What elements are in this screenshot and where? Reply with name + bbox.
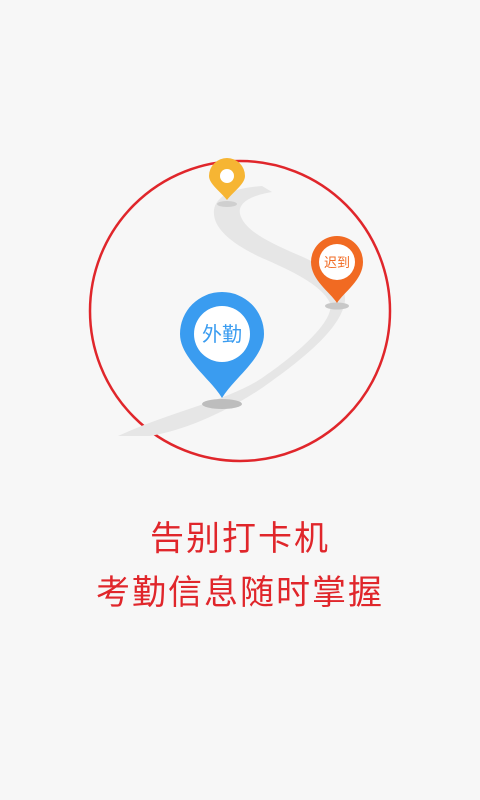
late-pin-label: 迟到 [324, 256, 350, 271]
field-work-pin-icon: 外勤 [180, 292, 264, 398]
top-pin-shadow [217, 201, 237, 207]
map-route-illustration: 迟到 外勤 [88, 158, 392, 463]
late-pin-shadow [325, 302, 349, 310]
field-pin-shadow [202, 399, 242, 409]
tagline-primary: 告别打卡机 [150, 519, 330, 559]
late-pin-icon: 迟到 [311, 236, 363, 303]
splash-screen: 迟到 外勤 告别打卡机 考勤信息随时掌握 [0, 0, 480, 800]
field-work-pin-label: 外勤 [202, 322, 242, 346]
tagline-secondary: 考勤信息随时掌握 [96, 573, 384, 613]
